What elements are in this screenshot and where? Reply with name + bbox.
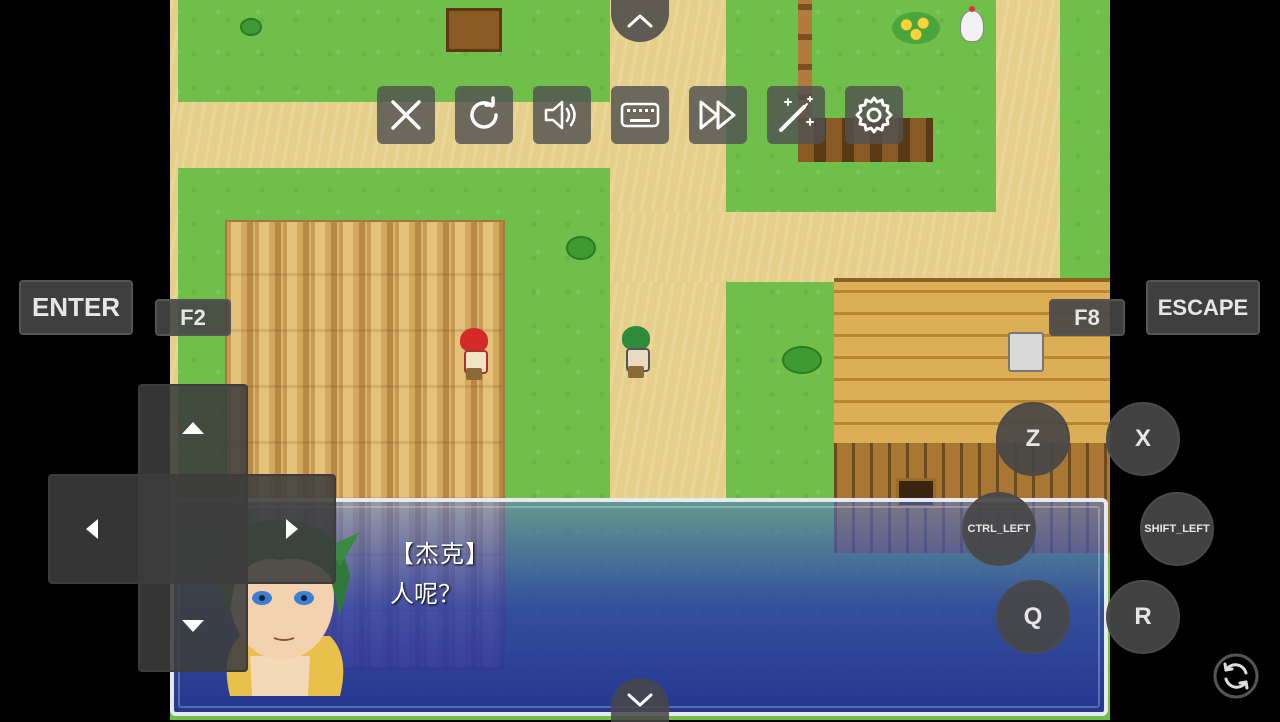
r-key-button[interactable]: R	[1106, 580, 1180, 654]
dpad-left-button[interactable]	[58, 486, 138, 572]
x-key-button[interactable]: X	[1106, 402, 1180, 476]
grass-tuft	[782, 346, 822, 374]
dpad-down-button[interactable]	[150, 592, 236, 662]
volume-icon	[544, 100, 576, 130]
dirt-path-horizontal-mid	[610, 212, 1060, 282]
magic-wand-icon	[779, 96, 814, 132]
sync-icon	[1213, 653, 1259, 699]
restart-button[interactable]	[455, 86, 513, 144]
enter-key-button[interactable]: ENTER	[19, 280, 133, 335]
keyboard-icon	[620, 102, 660, 128]
shift-left-key-button[interactable]: SHIFT_LEFT	[1140, 492, 1214, 566]
escape-key-button[interactable]: ESCAPE	[1146, 280, 1260, 335]
close-button[interactable]	[377, 86, 435, 144]
refresh-icon	[470, 96, 498, 129]
player-jack-sprite	[616, 326, 656, 378]
close-icon	[391, 100, 421, 130]
rotate-screen-button[interactable]	[1212, 652, 1260, 700]
volume-button[interactable]	[533, 86, 591, 144]
dialog-speaker-name: 【杰克】	[390, 540, 490, 568]
dialog-text: 人呢？	[390, 580, 462, 608]
chicken-sprite	[960, 6, 984, 42]
q-key-button[interactable]: Q	[996, 580, 1070, 654]
arrow-left-icon	[86, 519, 98, 539]
emulator-toolbar	[377, 86, 903, 144]
chevron-down-icon	[627, 693, 653, 707]
ctrl-left-key-button[interactable]: CTRL_LEFT	[962, 492, 1036, 566]
arrow-down-icon	[182, 620, 204, 632]
keyboard-button[interactable]	[611, 86, 669, 144]
chevron-up-icon	[627, 14, 653, 28]
wooden-sign	[446, 8, 502, 52]
dirt-path-vertical-right	[996, 0, 1060, 282]
settings-button[interactable]	[845, 86, 903, 144]
grass-tuft	[566, 236, 596, 260]
gear-icon	[855, 96, 893, 134]
arrow-right-icon	[286, 519, 298, 539]
fast-forward-icon	[699, 100, 736, 130]
flower-bush	[892, 12, 940, 44]
fast-forward-button[interactable]	[689, 86, 747, 144]
npc-red-bandana-sprite	[454, 328, 494, 380]
dpad-up-button[interactable]	[150, 396, 236, 466]
cheats-button[interactable]	[767, 86, 825, 144]
arrow-up-icon	[182, 422, 204, 434]
f2-key-button[interactable]: F2	[155, 299, 231, 336]
z-key-button[interactable]: Z	[996, 402, 1070, 476]
grass-tuft	[240, 18, 262, 36]
barn-chimney	[1008, 332, 1044, 372]
dpad-right-button[interactable]	[248, 486, 328, 572]
f8-key-button[interactable]: F8	[1049, 299, 1125, 336]
